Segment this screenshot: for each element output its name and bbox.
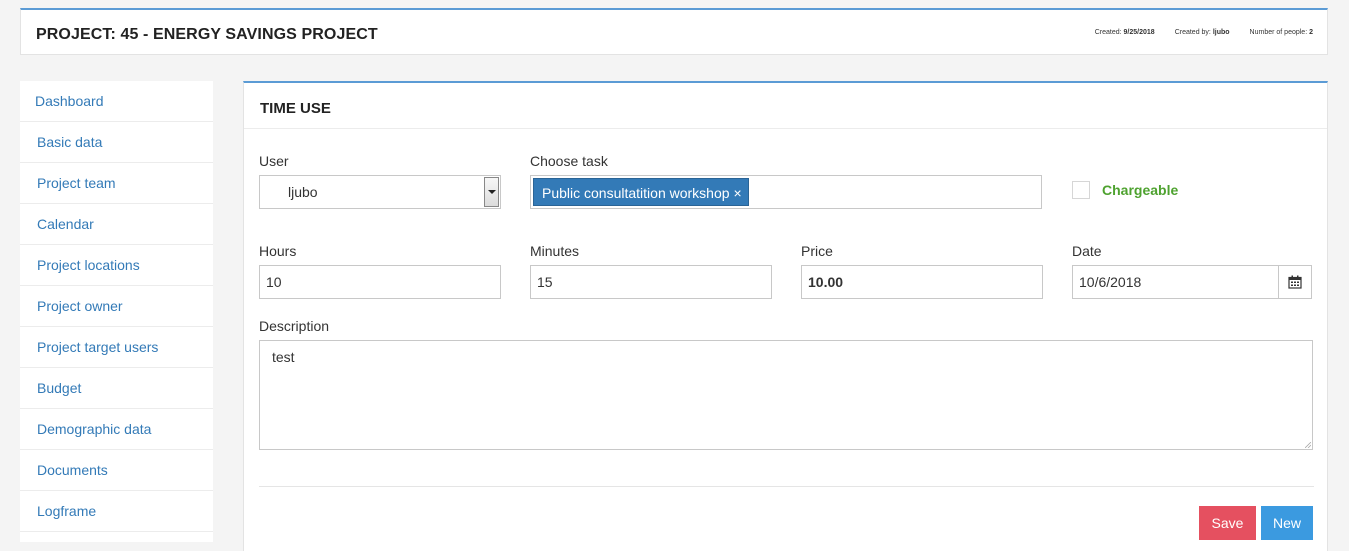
calendar-icon[interactable] xyxy=(1278,266,1311,298)
panel-title: TIME USE xyxy=(260,100,331,117)
date-label: Date xyxy=(1072,243,1102,259)
minutes-input[interactable]: 15 xyxy=(530,265,772,299)
user-select-value: ljubo xyxy=(288,184,318,200)
date-value: 10/6/2018 xyxy=(1079,274,1142,290)
sidebar-item-budget[interactable]: Budget xyxy=(20,368,213,409)
date-input[interactable]: 10/6/2018 xyxy=(1072,265,1312,299)
description-label: Description xyxy=(259,318,330,334)
sidebar-item-project-owner[interactable]: Project owner xyxy=(20,286,213,327)
new-button[interactable]: New xyxy=(1261,506,1313,540)
price-value: 10.00 xyxy=(808,274,844,290)
sidebar-item-calendar[interactable]: Calendar xyxy=(20,204,213,245)
price-input[interactable]: 10.00 xyxy=(801,265,1043,299)
sidebar-item-project-team[interactable]: Project team xyxy=(20,163,213,204)
user-select[interactable]: ljubo xyxy=(259,175,501,209)
sidebar-item-dashboard[interactable]: Dashboard xyxy=(20,81,213,122)
sidebar-item-project-target-users[interactable]: Project target users xyxy=(20,327,213,368)
remove-tag-icon[interactable]: × xyxy=(734,185,742,201)
price-label: Price xyxy=(801,243,833,259)
chargeable-checkbox[interactable] xyxy=(1072,181,1090,199)
project-meta: Created: 9/25/2018 Created by: ljubo Num… xyxy=(1095,29,1313,36)
user-label: User xyxy=(259,153,289,169)
created-by-info: Created by: ljubo xyxy=(1174,29,1230,36)
sidebar-item-demographic-data[interactable]: Demographic data xyxy=(20,409,213,450)
hours-label: Hours xyxy=(259,243,297,259)
time-use-panel: TIME USE User ljubo Choose task Public c… xyxy=(243,81,1328,551)
minutes-value: 15 xyxy=(537,274,553,290)
sidebar-nav: Dashboard Basic data Project team Calend… xyxy=(20,81,213,542)
description-textarea[interactable]: test xyxy=(259,340,1313,450)
resize-grip-icon[interactable] xyxy=(1305,442,1311,448)
panel-divider xyxy=(244,128,1327,129)
people-count-info: Number of people: 2 xyxy=(1249,29,1313,36)
save-button[interactable]: Save xyxy=(1199,506,1256,540)
task-multiselect[interactable]: Public consultatition workshop × xyxy=(530,175,1042,209)
sidebar-item-logframe[interactable]: Logframe xyxy=(20,491,213,532)
task-tag-label: Public consultatition workshop xyxy=(542,185,730,201)
chargeable-label: Chargeable xyxy=(1102,182,1179,198)
page-title: PROJECT: 45 - ENERGY SAVINGS PROJECT xyxy=(36,26,378,43)
sidebar-item-basic-data[interactable]: Basic data xyxy=(20,122,213,163)
sidebar-item-project-locations[interactable]: Project locations xyxy=(20,245,213,286)
created-info: Created: 9/25/2018 xyxy=(1094,29,1155,36)
chevron-down-icon[interactable] xyxy=(484,177,499,207)
minutes-label: Minutes xyxy=(530,243,580,259)
task-tag: Public consultatition workshop × xyxy=(533,178,749,206)
task-label: Choose task xyxy=(530,153,608,169)
hours-value: 10 xyxy=(266,274,282,290)
sidebar-item-documents[interactable]: Documents xyxy=(20,450,213,491)
footer-divider xyxy=(259,486,1314,487)
hours-input[interactable]: 10 xyxy=(259,265,501,299)
project-header: PROJECT: 45 - ENERGY SAVINGS PROJECT Cre… xyxy=(20,8,1328,55)
